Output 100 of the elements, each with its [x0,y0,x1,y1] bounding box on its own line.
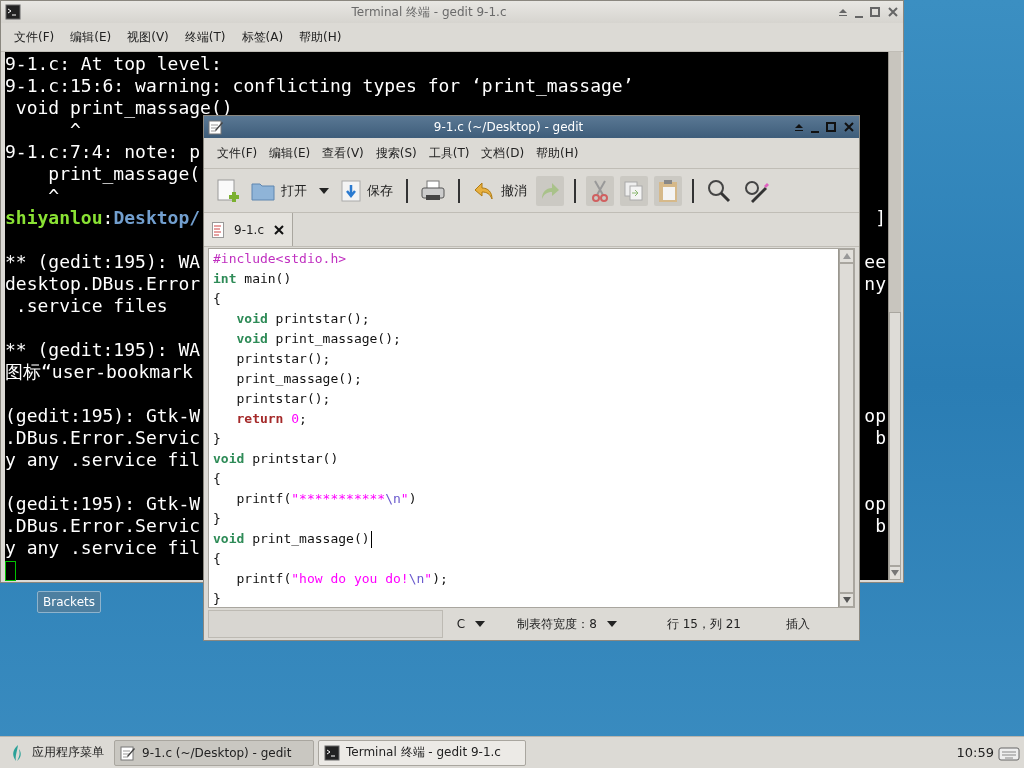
terminal-text: ny [864,273,886,295]
terminal-text: .DBus.Error.Servic [5,515,201,536]
status-dropdown[interactable]: C [456,617,486,631]
terminal-text: : [102,207,114,228]
terminal-text: b [875,427,886,449]
code-text: { [213,550,221,568]
terminal-text: 图标“user-bookmark [5,361,193,382]
terminal-text: y any .service fil [5,449,201,470]
code-text: ; [299,410,307,428]
terminal-text: .service files [14,295,168,316]
terminal-icon [324,744,340,761]
terminal-text: desktop.DBus.Error [5,273,201,294]
close-icon [887,6,899,18]
menu-item[interactable]: 编辑(E) [67,26,115,48]
menu-item[interactable]: 文件(F) [214,142,261,164]
terminal-text: void print_massage() [14,97,233,118]
tooltip: Brackets [37,591,101,613]
code-text: printstar(); [274,310,370,328]
terminal-icon [5,4,21,20]
magnifier-pencil-icon [743,178,769,203]
terminal-text: print_massage( [47,163,201,184]
save-button[interactable]: 保存 [338,175,396,206]
terminal-text: ^ [47,185,60,206]
undo-button[interactable]: 撤消 [470,175,530,206]
code-text: \n [385,490,401,508]
terminal-text: op [864,405,886,427]
minimize-icon [811,131,819,133]
menu-item[interactable]: 工具(T) [425,142,473,164]
menu-item[interactable]: 标签(A) [238,26,287,48]
terminal-text: op [864,493,886,515]
down-arrow-icon [891,570,899,576]
redo-arrow-icon [539,180,561,201]
caret-icon [475,621,486,627]
menu-item[interactable]: 编辑(E) [266,142,314,164]
code-text: printstar(); [235,390,331,408]
terminal-text: ** (gedit:195): WA [5,339,201,360]
taskbar-button[interactable]: 9-1.c (~/Desktop) - gedit [114,739,314,766]
terminal-text: .DBus.Error.Servic [5,427,201,448]
minimize-icon [855,16,863,18]
code-text: return [235,410,284,428]
menu-item[interactable]: 帮助(H) [296,26,345,48]
code-text: 0 [290,410,300,428]
caret-icon [319,187,329,194]
menu-item[interactable]: 终端(T) [181,26,229,48]
code-text: ) [408,490,417,508]
copy-icon [623,179,645,202]
menu-item[interactable]: 查看(V) [319,142,367,164]
text-file-icon [212,221,224,238]
terminal-text: Desktop/ [113,207,201,228]
code-text: int [213,270,237,288]
shade-icon [837,6,849,18]
terminal-text: 9-1.c:7:4: note: p [5,141,201,162]
menu-item[interactable]: 视图(V) [124,26,172,48]
code-text: void [235,310,268,328]
clipboard-icon [657,178,679,203]
code-text: } [213,430,221,448]
code-text: main() [243,270,292,288]
code-text: void [213,530,245,548]
menu-item[interactable]: 帮助(H) [533,142,582,164]
code-text: } [213,510,221,528]
clock: 10:59 [956,745,994,760]
menu-item[interactable]: 文件(F) [11,26,58,48]
open-button[interactable]: 打开 [248,175,310,206]
shade-icon [793,121,805,133]
terminal-text: 9-1.c:15:6: warning: conflicting types for ‘print_massage’ [5,75,634,96]
terminal-text: (gedit:195): Gtk-W [5,493,201,514]
applications-menu-button[interactable]: 应用程序菜单 [4,743,110,762]
code-text: print_massage(); [235,370,362,388]
status-dropdown[interactable]: 制表符宽度：8 [517,615,617,633]
scrollbar[interactable] [888,52,901,580]
terminal-text: ** (gedit:195): WA [5,251,201,272]
tab-label: 9-1.c [234,222,264,237]
terminal-text: ee [864,251,886,273]
notepad-pencil-icon [208,119,224,135]
code-text: print_massage() [251,530,370,548]
new-document-icon [217,178,239,203]
status-text: 行 15，列 21 [666,615,741,633]
caret-icon [606,621,617,627]
code-text: { [213,470,221,488]
close-icon [274,224,284,235]
terminal-text: ^ [69,119,81,140]
code-text: "how do you do! [291,570,409,588]
maximize-icon [869,6,881,18]
close-icon [843,121,855,133]
code-text: } [213,590,221,607]
down-arrow-icon [842,597,851,603]
code-editor[interactable] [209,249,838,607]
code-text: "*********** [291,490,386,508]
document-tab[interactable]: 9-1.c [204,213,293,246]
terminal-text: b [875,515,886,537]
scrollbar[interactable] [838,249,854,607]
terminal-text: (gedit:195): Gtk-W [5,405,201,426]
menu-item[interactable]: 搜索(S) [372,142,420,164]
leaf-icon [10,743,24,762]
undo-arrow-icon [473,180,495,201]
code-text: " [400,490,409,508]
up-arrow-icon [842,253,851,259]
taskbar-button[interactable]: Terminal 终端 - gedit 9-1.c [318,739,526,766]
menu-item[interactable]: 文档(D) [478,142,528,164]
search-icon [707,178,731,203]
